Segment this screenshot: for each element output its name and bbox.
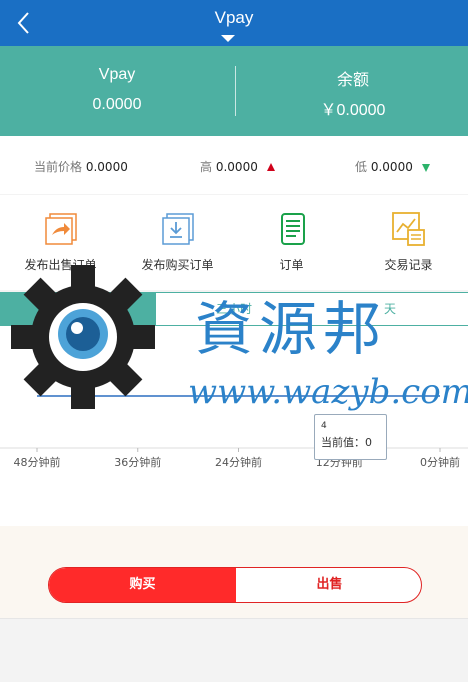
watermark-gear-logo [11,265,155,409]
buy-button[interactable]: 购买 [49,568,236,602]
trade-records-icon [392,212,425,246]
coin-balance: Vpay 0.0000 [0,46,234,136]
cash-balance: 余额 ￥0.0000 [236,46,468,136]
chart-tooltip: 4 当前值：0 [314,414,387,460]
tooltip-x: 4 [321,421,327,431]
app-header: Vpay [0,0,468,46]
coin-label: Vpay [98,66,136,83]
high-price-value: 0.0000 [215,160,258,174]
coin-value: 0.0000 [92,96,142,113]
orders-icon [281,213,305,245]
watermark-text: 資源邦 [195,295,388,363]
trade-records-label: 交易记录 [384,258,433,272]
low-price-label: 低 [355,160,368,174]
low-price-value: 0.0000 [370,160,413,174]
tooltip-value: 当前值：0 [321,436,372,449]
trade-records-button[interactable]: 交易记录 [350,195,467,290]
buy-order-icon [162,213,194,245]
balance-panel: Vpay 0.0000 余额 ￥0.0000 [0,46,468,136]
high-price: 高 0.0000 [200,158,275,175]
page-title: Vpay [214,8,254,27]
dropdown-caret-icon[interactable] [221,35,235,42]
up-arrow-icon [266,163,275,171]
bottom-area [0,618,468,682]
current-price: 当前价格 0.0000 [34,158,128,175]
tooltip-value-label: 当前值 [321,436,354,449]
x-tick-label: 0分钟前 [420,455,460,469]
price-bar: 当前价格 0.0000 高 0.0000 低 0.0000 [0,136,468,194]
sell-order-icon [45,213,77,245]
low-price: 低 0.0000 [355,158,430,175]
current-price-label: 当前价格 [34,160,83,174]
orders-label: 订单 [279,258,304,272]
x-tick-label: 36分钟前 [114,455,161,469]
trade-toggle: 购买 出售 [48,567,422,603]
watermark-url: www.wazyb.com [188,372,468,412]
current-price-value: 0.0000 [85,160,128,174]
cash-value: ￥0.0000 [320,102,386,119]
sell-button[interactable]: 出售 [236,568,421,602]
x-tick-label: 24分钟前 [215,455,262,469]
high-price-label: 高 [200,160,213,174]
orders-button[interactable]: 订单 [233,195,350,290]
cash-label: 余额 [336,72,369,89]
tooltip-value-number: 0 [365,436,372,449]
down-arrow-icon [421,164,430,172]
x-tick-label: 48分钟前 [14,455,61,469]
